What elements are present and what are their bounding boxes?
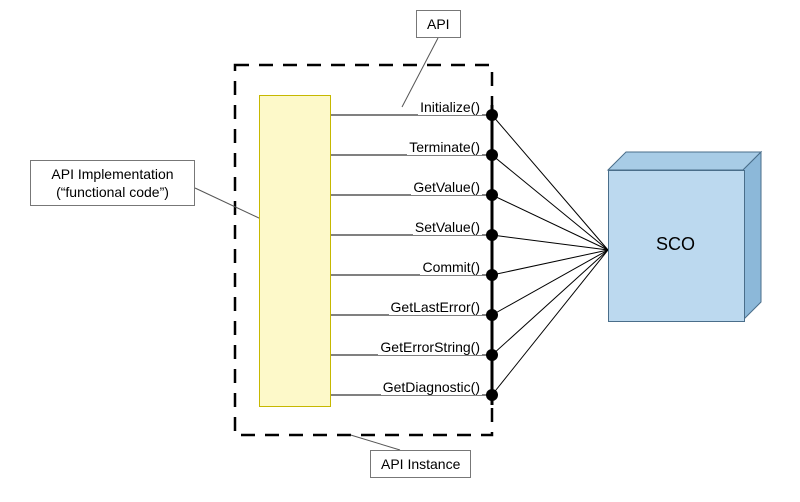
api-label-box: API	[416, 10, 461, 38]
api-impl-line1: API Implementation	[51, 166, 173, 182]
api-port-dot	[486, 229, 498, 241]
api-method-label: GetLastError()	[389, 299, 482, 315]
api-instance-label-box: API Instance	[370, 450, 471, 478]
api-label-text: API	[427, 16, 450, 32]
api-instance-label-text: API Instance	[381, 456, 460, 472]
api-port-dot	[486, 309, 498, 321]
api-port-dot	[486, 109, 498, 121]
api-method-label: GetErrorString()	[378, 339, 482, 355]
api-implementation-block	[259, 95, 331, 407]
api-method-label: Commit()	[420, 259, 482, 275]
api-method-label: GetDiagnostic()	[381, 379, 482, 395]
api-method-label: Terminate()	[407, 139, 482, 155]
api-method-label: SetValue()	[413, 219, 482, 235]
api-port-dot	[486, 189, 498, 201]
api-implementation-label-box: API Implementation (“functional code”)	[30, 160, 195, 206]
api-method-label: Initialize()	[418, 99, 482, 115]
diagram-stage: { "labels": { "api": "API", "api_impl_li…	[0, 0, 800, 502]
api-port-dot	[486, 349, 498, 361]
api-port-dot	[486, 149, 498, 161]
api-port-dot	[486, 389, 498, 401]
api-port-dot	[486, 269, 498, 281]
api-method-label: GetValue()	[411, 179, 482, 195]
api-impl-line2: (“functional code”)	[56, 184, 169, 200]
sco-label: SCO	[608, 234, 743, 255]
